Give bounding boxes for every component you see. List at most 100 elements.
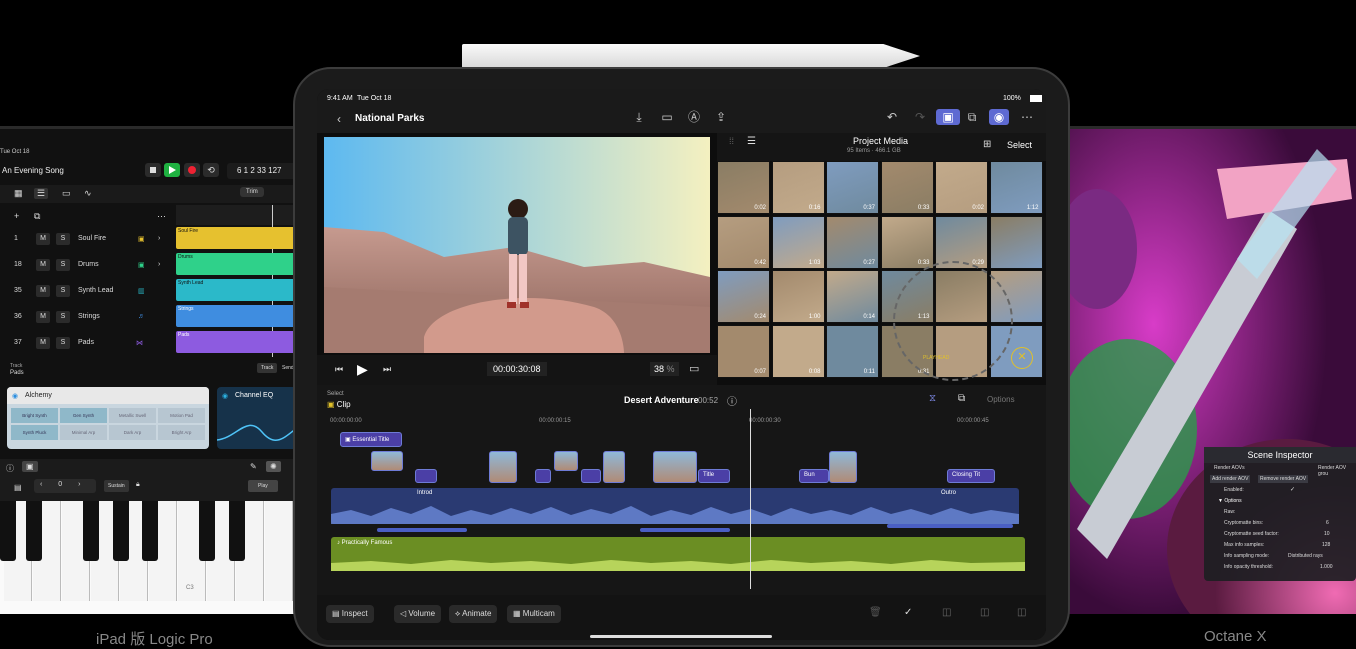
- timeline-playhead[interactable]: [750, 409, 751, 589]
- track-row[interactable]: 1 M S Soul Fire ▣ ›: [0, 227, 175, 251]
- share-icon[interactable]: ⇪: [713, 109, 729, 125]
- octave-control[interactable]: ‹ 0 ›: [34, 479, 96, 493]
- mute-button[interactable]: M: [36, 311, 50, 323]
- media-thumbnail[interactable]: [989, 215, 1043, 269]
- media-thumbnail[interactable]: 0:27: [826, 215, 879, 269]
- animate-button[interactable]: ⟡ Animate: [449, 605, 498, 623]
- inspect-button[interactable]: ▤ Inspect: [326, 605, 374, 623]
- mute-button[interactable]: M: [36, 285, 50, 297]
- media-thumbnail[interactable]: 1:00: [771, 270, 825, 323]
- music-clip[interactable]: ♪ Practically Famous: [331, 537, 1025, 571]
- media-thumbnail[interactable]: 0:16: [771, 161, 825, 214]
- mute-button[interactable]: M: [36, 337, 50, 349]
- trash-icon[interactable]: 🗑︎: [869, 607, 882, 618]
- black-key[interactable]: [142, 501, 158, 561]
- jog-wheel[interactable]: [893, 261, 1013, 381]
- play-button[interactable]: [164, 163, 180, 177]
- preset-cell[interactable]: Motion Pad: [158, 408, 205, 423]
- media-thumbnail[interactable]: 0:42: [717, 215, 770, 269]
- media-thumbnail[interactable]: 1:12: [989, 161, 1043, 214]
- b-roll-clip[interactable]: [554, 451, 578, 471]
- title-clip[interactable]: [535, 469, 551, 483]
- zoom-control[interactable]: 38 %: [650, 362, 679, 376]
- audio-clip-bar[interactable]: [377, 528, 467, 532]
- primary-storyline[interactable]: Introd Outro: [331, 488, 1019, 524]
- inspector-row[interactable]: Raw:: [1204, 507, 1356, 518]
- region-pads[interactable]: Pads: [176, 331, 300, 353]
- b-roll-clip[interactable]: [653, 451, 697, 483]
- timecode[interactable]: 00:00:30:08: [487, 362, 547, 376]
- info-icon[interactable]: ⓘ: [727, 393, 737, 408]
- split-icon[interactable]: ◫: [942, 607, 951, 618]
- curve-icon[interactable]: ∿: [84, 188, 92, 199]
- eq-curve[interactable]: [217, 404, 300, 448]
- b-roll-clip[interactable]: [829, 451, 857, 483]
- solo-button[interactable]: S: [56, 337, 70, 349]
- row-value[interactable]: 10: [1324, 531, 1330, 537]
- stop-button[interactable]: [145, 163, 161, 177]
- filter-icon[interactable]: ☰: [747, 136, 756, 147]
- inspector-icon[interactable]: ◉: [989, 109, 1009, 125]
- camera-icon[interactable]: ▭: [659, 109, 675, 125]
- title-clip[interactable]: [415, 469, 437, 483]
- media-thumbnail[interactable]: 0:24: [717, 270, 770, 323]
- lock-icon[interactable]: 🔒︎: [136, 481, 140, 489]
- chevron-right-icon[interactable]: ›: [158, 235, 160, 242]
- more-icon[interactable]: ⋯: [1019, 109, 1035, 125]
- viewer-options-icon[interactable]: ▭: [689, 362, 699, 375]
- snapping-icon[interactable]: ⧖: [929, 393, 936, 404]
- pencil-icon[interactable]: ✎: [250, 462, 257, 471]
- preset-cell[interactable]: Gen Synth: [60, 408, 107, 423]
- black-key[interactable]: [199, 501, 215, 561]
- black-key[interactable]: [26, 501, 42, 561]
- b-roll-clip[interactable]: [489, 451, 517, 483]
- select-button[interactable]: Select: [1007, 140, 1032, 150]
- record-button[interactable]: [184, 163, 200, 177]
- track-row[interactable]: 36 M S Strings ♬: [0, 305, 175, 329]
- preset-cell[interactable]: Bright Arp: [158, 425, 205, 440]
- black-key[interactable]: [0, 501, 16, 561]
- row-value[interactable]: 128: [1322, 542, 1330, 548]
- solo-button[interactable]: S: [56, 233, 70, 245]
- clip-selector[interactable]: ▣ Clip: [327, 400, 351, 409]
- audio-clip-bar[interactable]: [887, 524, 1013, 528]
- mute-button[interactable]: M: [36, 233, 50, 245]
- solo-button[interactable]: S: [56, 259, 70, 271]
- track-row[interactable]: 37 M S Pads ⋈: [0, 331, 175, 355]
- panel-icon[interactable]: ▣: [22, 461, 38, 472]
- multicam-button[interactable]: ▦ Multicam: [507, 605, 561, 623]
- grid-icon[interactable]: ▦: [14, 188, 23, 199]
- inspector-row[interactable]: Cryptomatte seed factor: 10: [1204, 529, 1356, 540]
- preset-cell[interactable]: Synth Pluck: [11, 425, 58, 440]
- info-icon[interactable]: ⓘ: [6, 463, 14, 474]
- inspector-row[interactable]: Info opacity threshold: 1.000: [1204, 562, 1356, 573]
- settings-icon[interactable]: ✺: [266, 461, 281, 472]
- power-icon[interactable]: ◉: [12, 392, 18, 400]
- import-icon[interactable]: ⤓: [631, 109, 647, 125]
- duplicate-icon[interactable]: ⧉: [34, 211, 40, 222]
- inspector-row[interactable]: ▼ Options: [1204, 496, 1356, 507]
- media-thumbnail[interactable]: 0:37: [826, 161, 879, 214]
- inspector-row[interactable]: Cryptomatte bins: 6: [1204, 518, 1356, 529]
- title-clip[interactable]: Closing Tit: [947, 469, 995, 483]
- solo-button[interactable]: S: [56, 311, 70, 323]
- mute-button[interactable]: M: [36, 259, 50, 271]
- media-thumbnail[interactable]: 0:33: [880, 161, 934, 214]
- layout-icon[interactable]: ◫: [1017, 607, 1026, 618]
- inspector-tab[interactable]: Render AOVs: [1214, 465, 1245, 471]
- media-thumbnail[interactable]: 0:11: [826, 324, 879, 378]
- undo-icon[interactable]: ↶: [884, 109, 900, 125]
- title-clip[interactable]: ▣ Essential Title: [340, 432, 402, 447]
- region-drums[interactable]: Drums: [176, 253, 300, 275]
- volume-button[interactable]: ◁ Volume: [394, 605, 442, 623]
- row-value[interactable]: 1.000: [1320, 564, 1333, 570]
- redo-icon[interactable]: ↷: [912, 109, 928, 125]
- inspector-row[interactable]: Info sampling mode: Distributed rays: [1204, 551, 1356, 562]
- song-title[interactable]: An Evening Song: [2, 166, 64, 175]
- track-row[interactable]: 18 M S Drums ▣ ›: [0, 253, 175, 277]
- channel-eq-plugin[interactable]: ◉ Channel EQ: [217, 387, 300, 449]
- play-mode-button[interactable]: Play: [248, 480, 278, 492]
- row-value[interactable]: ✓: [1290, 486, 1295, 493]
- media-thumbnail[interactable]: 0:07: [717, 324, 770, 378]
- media-thumbnail[interactable]: 0:33: [880, 215, 934, 269]
